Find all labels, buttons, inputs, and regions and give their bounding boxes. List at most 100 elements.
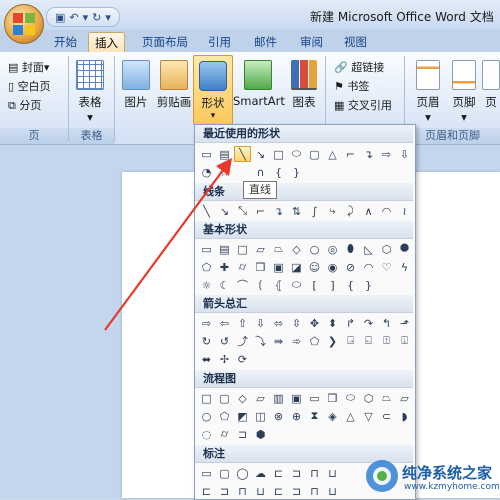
smiley-icon[interactable]: ☺ [306,259,323,275]
blank-page-button[interactable]: ▯ 空白页 [8,79,51,95]
data-icon[interactable]: ▱ [252,390,269,406]
document-icon[interactable]: ▭ [306,390,323,406]
manual-input-icon[interactable]: ⏢ [378,390,395,406]
table-button[interactable]: 表格 ▾ [72,60,108,124]
bookmark-button[interactable]: ⚑ 书签 [334,79,369,95]
process-icon[interactable]: □ [198,390,215,406]
tab-references[interactable]: 引用 [202,32,237,52]
cloud-callout-icon[interactable]: ☁ [252,465,269,481]
line-callout-3-icon[interactable]: ⊓ [306,465,323,481]
left-right-up-arrow-icon[interactable]: ⬍ [324,315,341,331]
curved-up-arrow-icon[interactable]: ⤴ [234,333,251,349]
brace-close-icon[interactable]: } [288,164,305,180]
lightning-icon[interactable]: ϟ [396,259,413,275]
double-arrow-icon[interactable]: ⤡ [234,203,251,219]
block-up-arrow-icon[interactable]: ⇧ [234,315,251,331]
arrow-line-icon[interactable]: ↘ [252,146,269,162]
direct-access-icon[interactable]: ⊐ [234,426,251,442]
parallelogram-icon[interactable]: ▱ [252,241,269,257]
basic-rect-icon[interactable]: □ [234,241,251,257]
bracket-pair-icon[interactable]: ⟮ [252,277,269,293]
moon-icon[interactable]: ☾ [216,277,233,293]
octagon-icon[interactable]: ⯃ [396,241,413,257]
curve-icon[interactable]: ∫ [306,203,323,219]
no-symbol-icon[interactable]: ⊘ [342,259,359,275]
curved-right-arrow-icon[interactable]: ↻ [198,333,215,349]
chevron-icon[interactable]: ❯ [324,333,341,349]
notched-arrow-icon[interactable]: ➾ [288,333,305,349]
circle-icon[interactable]: ○ [306,241,323,257]
curve-double-arrow-icon[interactable]: ⤸ [342,203,359,219]
smartart-button[interactable]: SmartArt [233,60,285,108]
border-callout-1-icon[interactable]: ⊏ [270,483,287,499]
tab-review[interactable]: 审阅 [294,32,329,52]
preparation-icon[interactable]: ⬡ [360,390,377,406]
triangle-icon[interactable]: △ [324,146,341,162]
extract-icon[interactable]: △ [342,408,359,424]
chart-button[interactable]: 图表 [286,60,322,110]
up-down-arrow-icon[interactable]: ⇳ [288,315,305,331]
oval-icon[interactable]: ⬭ [288,146,305,162]
star-icon[interactable]: ☆ [216,164,233,180]
down-arrow-callout-icon[interactable]: ⍗ [396,333,413,349]
or-icon[interactable]: ⊕ [288,408,305,424]
terminator-icon[interactable]: ⬭ [342,390,359,406]
rounded-rectangle-icon[interactable]: ▢ [306,146,323,162]
clipart-button[interactable]: 剪贴画 [154,60,194,110]
diamond-icon[interactable]: ◇ [288,241,305,257]
cube-icon[interactable]: ❒ [252,259,269,275]
save-icon[interactable]: ▣ [55,11,65,24]
lr-arrow-callout-icon[interactable]: ⬌ [198,351,215,367]
basic-text-box-icon[interactable]: ▭ [198,241,215,257]
block-down-arrow-icon[interactable]: ⇩ [252,315,269,331]
left-right-arrow-icon[interactable]: ⬄ [270,315,287,331]
accent-callout-1-icon[interactable]: ⊏ [198,483,215,499]
sun-icon[interactable]: ☼ [198,277,215,293]
down-arrow-icon[interactable]: ⇩ [396,146,413,162]
line-callout-4-icon[interactable]: ⊔ [324,465,341,481]
accent-callout-4-icon[interactable]: ⊔ [252,483,269,499]
border-callout-4-icon[interactable]: ⊔ [324,483,341,499]
right-triangle-icon[interactable]: ◺ [360,241,377,257]
u-turn-arrow-icon[interactable]: ↷ [360,315,377,331]
vertical-text-box-icon[interactable]: ▤ [216,146,233,162]
hexagon-icon[interactable]: ⬡ [378,241,395,257]
tab-view[interactable]: 视图 [338,32,373,52]
delay-icon[interactable]: ◗ [396,408,413,424]
oval-callout-icon[interactable]: ◯ [234,465,251,481]
quad-arrow-callout-icon[interactable]: ✢ [216,351,233,367]
arc2-icon[interactable]: ⌒ [234,277,251,293]
target-icon[interactable]: ◎ [324,241,341,257]
basic-vtext-box-icon[interactable]: ▤ [216,241,233,257]
text-box-icon[interactable]: ▭ [198,146,215,162]
page-number-button[interactable]: 页 [482,60,500,110]
collate-icon[interactable]: ⧗ [306,408,323,424]
bent-up-arrow-icon[interactable]: ⬏ [396,315,413,331]
tab-home[interactable]: 开始 [48,32,83,52]
sort-icon[interactable]: ◈ [324,408,341,424]
freeform-icon[interactable]: ∧ [360,203,377,219]
folded-corner-icon[interactable]: ◪ [288,259,305,275]
curved-down-arrow-icon[interactable]: ⤵ [252,333,269,349]
alt-process-icon[interactable]: ▢ [216,390,233,406]
heart-icon[interactable]: ♡ [378,259,395,275]
right-brace2-icon[interactable]: } [360,277,377,293]
magnetic-disk-icon[interactable]: ⌭ [216,426,233,442]
decision-icon[interactable]: ◇ [234,390,251,406]
curve-arrow-icon[interactable]: ⤷ [324,203,341,219]
manual-operation-icon[interactable]: ⏥ [396,390,413,406]
pentagon-icon[interactable]: ⬠ [198,259,215,275]
elbow-connector-icon[interactable]: ⌐ [342,146,359,162]
display-icon[interactable]: ⬢ [252,426,269,442]
tab-page-layout[interactable]: 页面布局 [136,32,194,52]
line-callout-2-icon[interactable]: ⊐ [288,465,305,481]
accent-callout-2-icon[interactable]: ⊐ [216,483,233,499]
multidocument-icon[interactable]: ❐ [324,390,341,406]
callout-icon[interactable]: ◔ [198,164,215,180]
circular-arrow-icon[interactable]: ⟳ [234,351,251,367]
left-bracket-icon[interactable]: [ [306,277,323,293]
can-icon[interactable]: ⬮ [342,241,359,257]
left-up-arrow-icon[interactable]: ↰ [378,315,395,331]
tab-mailings[interactable]: 邮件 [248,32,283,52]
punched-tape-icon[interactable]: ◫ [252,408,269,424]
